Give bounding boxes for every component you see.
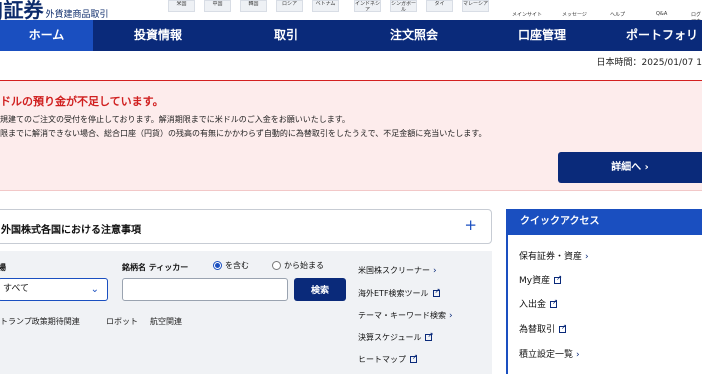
quick-link-label: My資産: [519, 276, 551, 286]
link-heatmap[interactable]: ヒートマップ: [358, 353, 418, 365]
alert-line-1: 規建てのご注文の受付を停止しております。解消期限までに米ドルのご入金をお願いいた…: [0, 115, 350, 124]
details-button[interactable]: 詳細へ ›: [558, 152, 702, 183]
expand-icon[interactable]: +: [464, 216, 477, 234]
logo-subtitle: 外貨建商品取引: [45, 10, 109, 20]
util-label: Q&A: [656, 11, 668, 17]
util-qa[interactable]: Q&A: [656, 6, 667, 17]
notice-title: 外国株式各国における注意事項: [1, 225, 141, 236]
market-button-china[interactable]: 中国: [204, 0, 231, 12]
top-bar: J証券 外貨建商品取引 米国 中国 韓国 ロシア ベトナム インドネシア シンガポ…: [0, 0, 702, 32]
radio-contains-label: を含む: [225, 261, 249, 270]
external-link-icon: [425, 331, 433, 341]
quick-link-label: 入出金: [519, 300, 547, 310]
util-label: ヘルプ: [610, 12, 626, 18]
external-link-icon: [559, 323, 567, 333]
keyword-tag-aviation[interactable]: 航空関連: [150, 316, 182, 327]
quick-access-title: クイックアクセス: [506, 209, 702, 235]
market-button-singapore[interactable]: シンガポール: [390, 0, 417, 12]
radio-starts-label: から始まる: [284, 261, 324, 270]
keyword-tag-trump[interactable]: トランプ政策期待関連: [0, 316, 80, 327]
radio-starts-with[interactable]: から始まる: [272, 260, 324, 271]
market-button-indonesia[interactable]: インドネシア: [354, 0, 381, 12]
market-select[interactable]: すべて ⌄: [0, 278, 108, 301]
link-us-screener[interactable]: 米国株スクリーナー ›: [358, 265, 437, 276]
nav-item-investment-info[interactable]: 投資情報: [110, 20, 206, 51]
main-nav: ホーム 投資情報 取引 注文照会 口座管理 ポートフォリ: [0, 20, 702, 51]
nav-item-home[interactable]: ホーム: [0, 20, 93, 51]
nav-item-account[interactable]: 口座管理: [494, 20, 590, 51]
market-label: 場: [0, 263, 6, 272]
quick-link-label: 為替取引: [519, 325, 556, 335]
market-button-us[interactable]: 米国: [168, 0, 195, 12]
link-theme-search[interactable]: テーマ・キーワード検索 ›: [358, 310, 453, 321]
help-icon: [614, 6, 622, 10]
chevron-right-icon: ›: [585, 252, 589, 262]
nav-item-portfolio[interactable]: ポートフォリ: [614, 20, 702, 51]
alert-title: ドルの預り金が不足しています。: [0, 95, 164, 108]
external-link-icon: [554, 274, 562, 284]
mail-icon: [570, 6, 578, 10]
quick-link-fx-trade[interactable]: 為替取引: [519, 322, 567, 335]
quick-link-deposit[interactable]: 入出金: [519, 297, 558, 310]
alert-line-2: 限までに解消できない場合、総合口座（円貨）の残高の有無にかかわらず自動的に為替取…: [0, 129, 487, 138]
link-label: 米国株スクリーナー: [358, 266, 430, 275]
nav-item-order-inquiry[interactable]: 注文照会: [366, 20, 462, 51]
radio-contains[interactable]: を含む: [213, 260, 249, 271]
radio-checked-icon: [213, 261, 222, 270]
chevron-right-icon: ›: [449, 311, 453, 321]
link-label: 海外ETF検索ツール: [358, 289, 429, 298]
external-link-icon: [410, 353, 418, 363]
util-messages[interactable]: メッセージ: [562, 6, 587, 18]
ticker-label: 銘柄名 ティッカー: [122, 263, 189, 272]
logout-icon: [692, 6, 700, 10]
market-button-thailand[interactable]: タイ: [426, 0, 453, 12]
util-help[interactable]: ヘルプ: [610, 6, 625, 18]
link-etf-search[interactable]: 海外ETF検索ツール: [358, 287, 440, 299]
market-select-value: すべて: [3, 284, 30, 294]
notice-accordion[interactable]: 外国株式各国における注意事項 +: [0, 209, 492, 244]
market-button-russia[interactable]: ロシア: [276, 0, 303, 12]
chevron-right-icon: ›: [433, 266, 437, 276]
search-button[interactable]: 検索: [294, 278, 346, 301]
external-link-icon: [550, 298, 558, 308]
logo-text: J証券: [0, 0, 44, 22]
external-link-icon: [432, 287, 440, 297]
market-button-korea[interactable]: 韓国: [240, 0, 267, 12]
home-icon: [523, 6, 531, 10]
chevron-down-icon: ⌄: [90, 284, 99, 295]
quick-link-holdings[interactable]: 保有証券・資産 ›: [519, 249, 589, 262]
japan-time: 日本時間：2025/01/07 1: [596, 58, 702, 68]
keyword-tag-robot[interactable]: ロボット: [106, 316, 138, 327]
quick-link-label: 保有証券・資産: [519, 252, 583, 262]
link-earnings-schedule[interactable]: 決算スケジュール: [358, 331, 433, 343]
link-label: 決算スケジュール: [358, 333, 422, 342]
quick-link-label: 積立設定一覧: [519, 350, 574, 360]
chevron-right-icon: ›: [576, 350, 580, 360]
util-main-site[interactable]: メインサイト: [512, 6, 542, 18]
link-label: ヒートマップ: [358, 355, 406, 364]
market-button-vietnam[interactable]: ベトナム: [312, 0, 339, 12]
util-label: メッセージ: [562, 12, 587, 18]
market-button-malaysia[interactable]: マレーシア: [462, 0, 489, 12]
nav-item-trade[interactable]: 取引: [238, 20, 334, 51]
radio-unchecked-icon: [272, 261, 281, 270]
link-label: テーマ・キーワード検索: [358, 311, 446, 320]
quick-link-savings-plan[interactable]: 積立設定一覧 ›: [519, 347, 580, 360]
ticker-search-input[interactable]: [122, 278, 288, 301]
qa-icon: [658, 6, 666, 10]
util-label: メインサイト: [512, 12, 543, 18]
quick-link-my-assets[interactable]: My資産: [519, 273, 562, 286]
